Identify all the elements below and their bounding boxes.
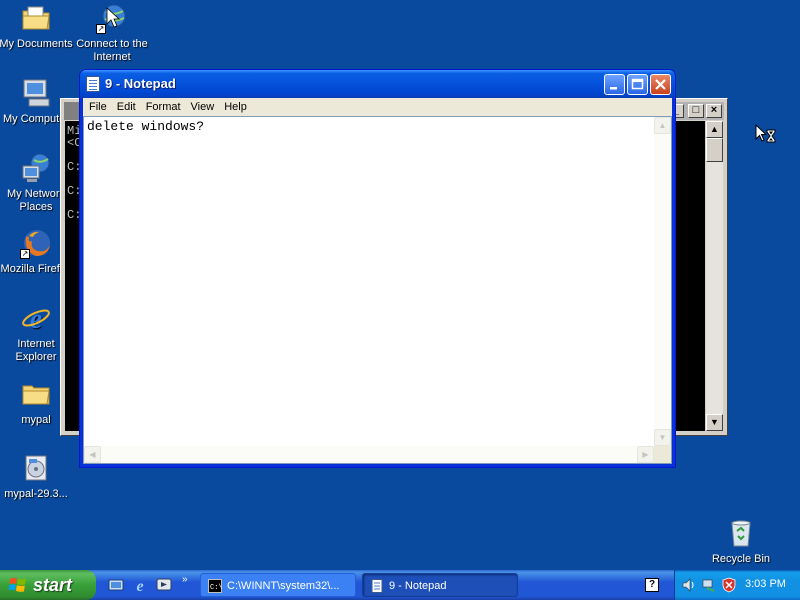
menu-bar: File Edit Format View Help bbox=[83, 98, 672, 116]
scroll-thumb[interactable] bbox=[706, 138, 723, 162]
menu-format[interactable]: Format bbox=[142, 99, 187, 115]
installer-icon bbox=[20, 452, 52, 484]
desktop-icon-mypal-installer[interactable]: mypal-29.3... bbox=[0, 452, 74, 501]
desktop-icon-label: mypal-29.3... bbox=[4, 488, 68, 500]
maximize-button[interactable]: □ bbox=[688, 104, 704, 118]
start-label: start bbox=[33, 575, 73, 595]
svg-text:e: e bbox=[30, 304, 42, 334]
console-scrollbar[interactable]: ▲ ▼ bbox=[706, 121, 723, 431]
notepad-titlebar[interactable]: 9 - Notepad bbox=[80, 70, 675, 98]
internet-explorer-icon: e bbox=[20, 302, 52, 335]
recycle-bin-icon bbox=[725, 517, 757, 549]
internet-explorer-icon[interactable]: e bbox=[132, 577, 148, 595]
minimize-icon bbox=[610, 87, 617, 90]
close-button[interactable]: × bbox=[706, 104, 722, 118]
folder-icon bbox=[20, 378, 52, 410]
close-icon bbox=[655, 79, 666, 90]
notepad-client: File Edit Format View Help delete window… bbox=[83, 98, 672, 464]
scroll-left-arrow-icon[interactable]: ◀ bbox=[84, 446, 101, 463]
network-icon[interactable] bbox=[701, 577, 717, 593]
desktop-icon-my-documents[interactable]: My Documents bbox=[0, 2, 74, 51]
show-desktop-icon[interactable] bbox=[108, 577, 124, 593]
taskbar: start e » C:\ C:\WINNT\system32\... 9 - … bbox=[0, 570, 800, 600]
folder-documents-icon bbox=[20, 2, 52, 34]
security-shield-icon[interactable] bbox=[721, 577, 737, 593]
scroll-right-arrow-icon[interactable]: ▶ bbox=[637, 446, 654, 463]
svg-text:e: e bbox=[136, 578, 143, 593]
svg-text:C:\: C:\ bbox=[210, 584, 222, 592]
vertical-scrollbar[interactable]: ▲ ▼ bbox=[654, 117, 671, 446]
connect-internet-icon: ↗ bbox=[96, 2, 128, 34]
scroll-down-arrow-icon[interactable]: ▼ bbox=[706, 414, 723, 431]
window-title: 9 - Notepad bbox=[105, 76, 176, 91]
network-places-icon bbox=[20, 152, 52, 184]
start-button[interactable]: start bbox=[0, 570, 96, 600]
notepad-icon bbox=[371, 579, 383, 593]
shortcut-arrow-icon: ↗ bbox=[96, 24, 106, 34]
horizontal-scrollbar[interactable]: ◀ ▶ bbox=[84, 446, 654, 463]
windows-logo-icon bbox=[9, 577, 26, 592]
scroll-up-arrow-icon[interactable]: ▲ bbox=[654, 117, 671, 134]
volume-icon[interactable] bbox=[681, 577, 697, 593]
menu-edit[interactable]: Edit bbox=[113, 99, 142, 115]
task-label: C:\WINNT\system32\... bbox=[227, 580, 340, 592]
notepad-window[interactable]: 9 - Notepad File Edit Format View Help d… bbox=[79, 69, 676, 468]
help-icon[interactable]: ? bbox=[645, 578, 659, 592]
minimize-button[interactable] bbox=[604, 74, 625, 95]
scroll-down-arrow-icon[interactable]: ▼ bbox=[654, 429, 671, 446]
close-button[interactable] bbox=[650, 74, 671, 95]
clock[interactable]: 3:03 PM bbox=[745, 578, 786, 590]
notepad-icon[interactable] bbox=[86, 76, 100, 92]
task-button-console[interactable]: C:\ C:\WINNT\system32\... bbox=[200, 573, 356, 597]
desktop-icon-label: Recycle Bin bbox=[711, 553, 771, 565]
console-icon: C:\ bbox=[208, 579, 222, 593]
maximize-icon bbox=[631, 78, 644, 90]
shortcut-arrow-icon: ↗ bbox=[20, 249, 30, 259]
maximize-button[interactable] bbox=[627, 74, 648, 95]
task-label: 9 - Notepad bbox=[389, 580, 447, 592]
document-text[interactable]: delete windows? bbox=[87, 119, 651, 134]
scroll-up-arrow-icon[interactable]: ▲ bbox=[706, 121, 723, 138]
desktop-icon-label: My Documents bbox=[0, 38, 73, 50]
system-tray: 3:03 PM bbox=[674, 570, 800, 600]
menu-file[interactable]: File bbox=[85, 99, 113, 115]
computer-icon bbox=[20, 77, 52, 109]
desktop-icon-connect-internet[interactable]: ↗ Connect to the Internet bbox=[74, 2, 150, 64]
menu-help[interactable]: Help bbox=[220, 99, 253, 115]
quick-launch-chevron-icon[interactable]: » bbox=[182, 574, 188, 585]
menu-view[interactable]: View bbox=[187, 99, 221, 115]
firefox-icon: ↗ bbox=[20, 227, 52, 259]
text-editor[interactable]: delete windows? ▲ ▼ ◀ ▶ bbox=[83, 116, 672, 464]
desktop-icon-label: Connect to the Internet bbox=[76, 38, 148, 63]
windows-media-icon[interactable] bbox=[156, 577, 172, 593]
size-grip[interactable] bbox=[654, 446, 671, 463]
busy-cursor-icon bbox=[755, 123, 779, 144]
task-button-notepad[interactable]: 9 - Notepad bbox=[362, 573, 518, 597]
desktop-icon-recycle-bin[interactable]: Recycle Bin bbox=[703, 517, 779, 566]
